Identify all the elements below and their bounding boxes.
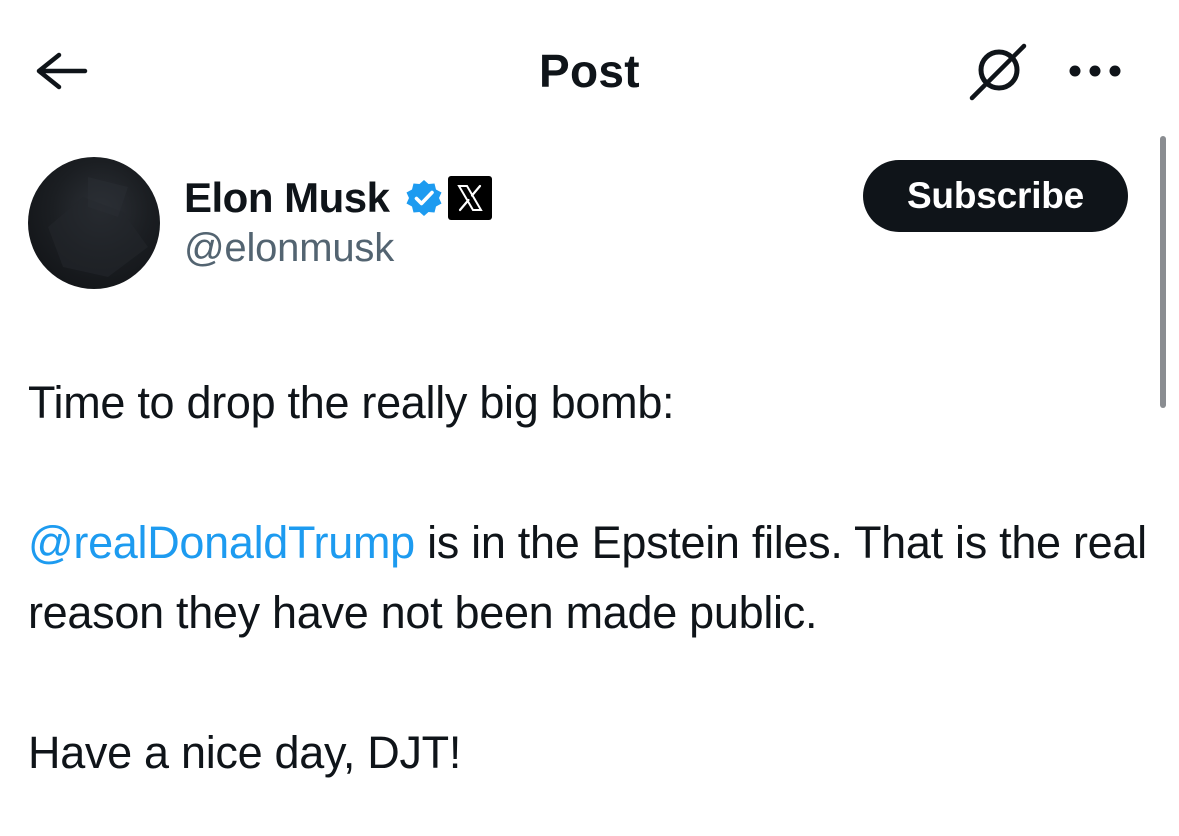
x-logo-icon [447, 176, 492, 220]
more-horizontal-icon [1069, 65, 1121, 77]
avatar[interactable] [28, 157, 160, 289]
top-bar: Post [0, 0, 1179, 140]
tweet-line-1: Time to drop the really big bomb: [28, 377, 675, 428]
author-name-row[interactable]: Elon Musk [184, 172, 492, 224]
grok-button[interactable] [962, 38, 1036, 104]
tweet-line-3: Have a nice day, DJT! [28, 727, 462, 778]
author-handle[interactable]: @elonmusk [184, 226, 394, 271]
author-name: Elon Musk [184, 174, 390, 221]
scrollbar[interactable] [1160, 136, 1166, 408]
mention-link[interactable]: @realDonaldTrump [28, 517, 415, 568]
verified-badge-icon [404, 178, 444, 218]
grok-icon [969, 43, 1027, 101]
avatar-image [48, 177, 148, 277]
tweet-body: Time to drop the really big bomb: @realD… [28, 368, 1148, 788]
subscribe-button[interactable]: Subscribe [863, 160, 1128, 232]
more-options-button[interactable] [1062, 48, 1128, 94]
tweet-paragraph-2: @realDonaldTrump is in the Epstein files… [28, 508, 1148, 648]
